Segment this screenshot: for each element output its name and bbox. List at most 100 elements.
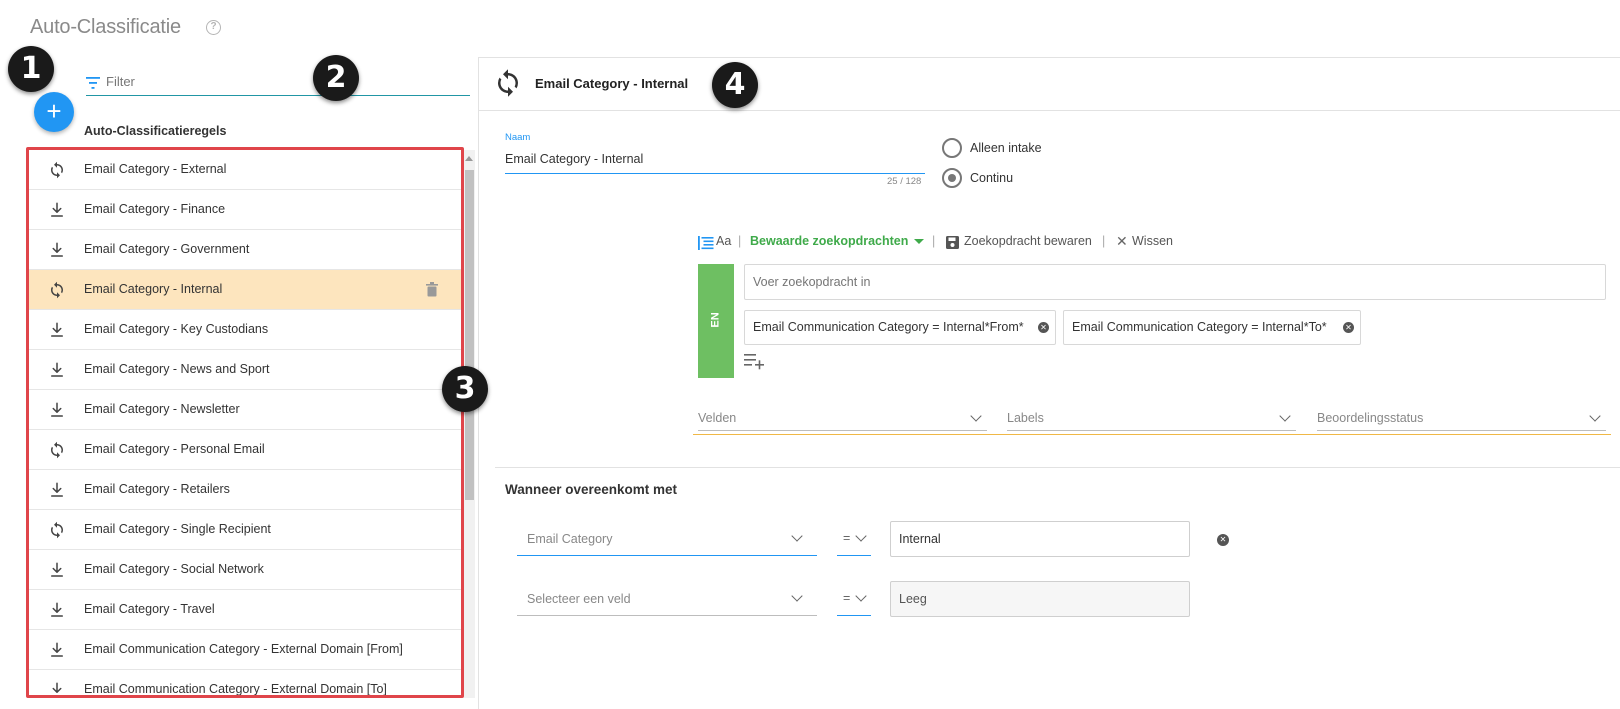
sync-icon	[48, 441, 66, 459]
step-badge-4: 4	[712, 62, 758, 108]
name-label: Naam	[505, 132, 531, 143]
filter-field[interactable]	[86, 72, 470, 96]
fields-select-label: Velden	[698, 411, 737, 425]
step-badge-1: 1	[8, 46, 54, 92]
condition-field-select[interactable]: Email Category	[517, 522, 817, 556]
rule-label: Email Category - Key Custodians	[84, 322, 269, 336]
name-input[interactable]: Email Category - Internal	[505, 152, 643, 166]
rule-item[interactable]: Email Category - News and Sport	[28, 350, 462, 390]
case-toggle[interactable]: Aa	[716, 234, 731, 248]
toolbar-separator: |	[738, 234, 742, 248]
clear-button[interactable]: Wissen	[1132, 234, 1173, 248]
saved-searches-dropdown[interactable]: Bewaarde zoekopdrachten	[750, 234, 908, 248]
download-icon	[48, 641, 66, 659]
add-line-icon[interactable]	[744, 352, 766, 370]
remove-condition-icon[interactable]: ✕	[1217, 534, 1229, 546]
condition-operator-label: =	[843, 531, 851, 545]
rule-item[interactable]: Email Category - Finance	[28, 190, 462, 230]
condition-field-select[interactable]: Selecteer een veld	[517, 582, 817, 616]
rule-label: Email Category - News and Sport	[84, 362, 270, 376]
download-icon	[48, 361, 66, 379]
query-input[interactable]	[744, 264, 1606, 300]
condition-operator-label: =	[843, 591, 851, 605]
scroll-up-arrow[interactable]	[465, 156, 473, 161]
toolbar-separator: |	[932, 234, 936, 248]
rule-item[interactable]: Email Category - Social Network	[28, 550, 462, 590]
rule-label: Email Category - Finance	[84, 202, 226, 216]
radio-continu-label: Continu	[970, 171, 1014, 185]
sync-icon	[498, 69, 518, 97]
radio-intake-label: Alleen intake	[970, 141, 1042, 155]
condition-operator-select[interactable]: =	[837, 522, 871, 556]
rule-label: Email Category - Social Network	[84, 562, 264, 576]
condition-field-label: Selecteer een veld	[527, 592, 631, 606]
rule-item[interactable]: Email Category - Personal Email	[28, 430, 462, 470]
rule-item[interactable]: Email Communication Category - External …	[28, 670, 462, 698]
rule-item[interactable]: Email Category - External	[28, 150, 462, 190]
save-search-button[interactable]: Zoekopdracht bewaren	[964, 234, 1092, 248]
fields-select[interactable]: Velden	[698, 403, 987, 431]
step-badge-3: 3	[442, 366, 488, 412]
condition-value-input[interactable]: Internal	[890, 521, 1190, 557]
and-operator-block[interactable]: EN	[698, 264, 734, 378]
toolbar-separator: |	[1102, 234, 1106, 248]
download-icon	[48, 601, 66, 619]
chevron-down-icon	[791, 590, 803, 602]
rule-label: Email Category - Personal Email	[84, 442, 265, 456]
filter-input[interactable]	[106, 74, 446, 89]
caret-down-icon[interactable]	[914, 239, 924, 244]
conditions-title: Wanneer overeenkomt met	[505, 482, 678, 497]
page: Auto-Classificatie ? + Auto-Classificati…	[0, 0, 1620, 709]
query-builder-icon[interactable]	[698, 235, 714, 251]
condition-value-input[interactable]: Leeg	[890, 581, 1190, 617]
condition-operator-select[interactable]: =	[837, 582, 871, 616]
rule-item[interactable]: Email Category - Retailers	[28, 470, 462, 510]
rule-item[interactable]: Email Category - Key Custodians	[28, 310, 462, 350]
download-icon	[48, 401, 66, 419]
download-icon	[48, 201, 66, 219]
remove-chip-icon[interactable]: ✕	[1038, 322, 1049, 333]
review-status-select[interactable]: Beoordelingsstatus	[1317, 403, 1606, 431]
rule-label: Email Category - External	[84, 162, 227, 176]
rule-item[interactable]: Email Category - Single Recipient	[28, 510, 462, 550]
remove-chip-icon[interactable]: ✕	[1343, 322, 1354, 333]
step-badge-2: 2	[313, 55, 359, 101]
condition-field-label: Email Category	[527, 532, 613, 546]
rule-item[interactable]: Email Category - Newsletter	[28, 390, 462, 430]
trash-icon[interactable]	[426, 282, 438, 297]
section-divider	[495, 467, 1620, 468]
labels-select[interactable]: Labels	[1007, 403, 1296, 431]
save-icon[interactable]	[946, 236, 959, 249]
clear-icon[interactable]: ✕	[1116, 233, 1128, 250]
chevron-down-icon	[855, 590, 867, 602]
rule-item[interactable]: Email Category - Internal	[28, 270, 462, 310]
rule-label: Email Category - Government	[84, 242, 250, 256]
chevron-down-icon	[791, 530, 803, 542]
chevron-down-icon	[970, 410, 982, 422]
chevron-down-icon	[1279, 410, 1291, 422]
rule-item[interactable]: Email Category - Travel	[28, 590, 462, 630]
rule-item[interactable]: Email Category - Government	[28, 230, 462, 270]
add-rule-button[interactable]: +	[34, 92, 74, 132]
sync-icon	[48, 521, 66, 539]
help-icon[interactable]: ?	[206, 20, 221, 35]
labels-select-label: Labels	[1007, 411, 1044, 425]
review-status-select-label: Beoordelingsstatus	[1317, 411, 1424, 425]
name-field[interactable]: Naam Email Category - Internal	[505, 132, 925, 174]
detail-title: Email Category - Internal	[535, 76, 689, 91]
rule-item[interactable]: Email Communication Category - External …	[28, 630, 462, 670]
radio-intake[interactable]	[942, 138, 962, 158]
query-chip-label: Email Communication Category = Internal*…	[753, 320, 1024, 334]
radio-continu[interactable]	[942, 168, 962, 188]
query-chip-label: Email Communication Category = Internal*…	[1072, 320, 1327, 334]
scrollbar-thumb[interactable]	[465, 170, 474, 500]
rules-header: Auto-Classificatieregels	[84, 124, 227, 138]
download-icon	[48, 681, 66, 698]
query-section-underline	[693, 434, 1611, 435]
query-chip[interactable]: Email Communication Category = Internal*…	[1063, 310, 1361, 345]
query-chip[interactable]: Email Communication Category = Internal*…	[744, 310, 1056, 345]
download-icon	[48, 321, 66, 339]
rule-label: Email Communication Category - External …	[84, 642, 403, 656]
rule-list: Email Category - External Email Category …	[28, 150, 462, 698]
rule-label: Email Category - Internal	[84, 282, 223, 296]
